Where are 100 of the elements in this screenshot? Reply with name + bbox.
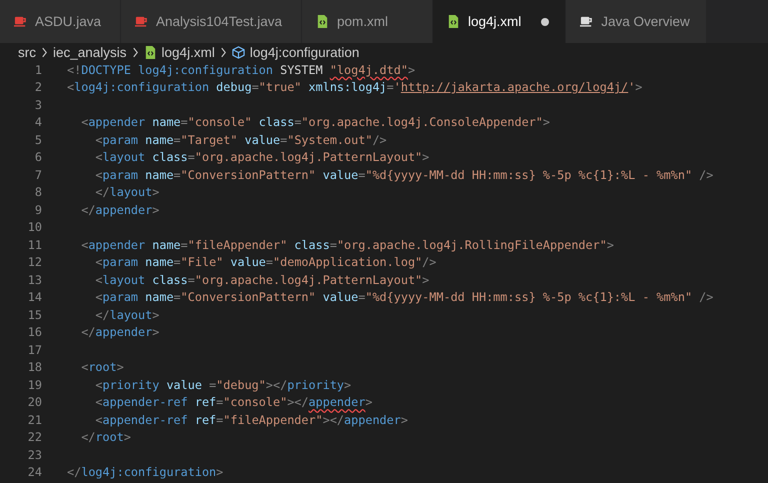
bracket: <: [94, 272, 103, 287]
bracket: =: [180, 238, 188, 252]
attribute-name: ref: [194, 395, 216, 410]
file-code-icon: [447, 15, 460, 28]
tag-name: log4j:configuration: [74, 80, 210, 94]
attribute-name: class: [151, 150, 188, 164]
bracket: >: [365, 395, 372, 410]
line-number: 7: [34, 168, 42, 182]
bracket: =: [188, 272, 195, 287]
chevron-icon: [41, 46, 48, 58]
bracket: <: [94, 255, 103, 270]
attribute-value: "org.apache.log4j.RollingFileAppender": [336, 238, 607, 252]
tag-name: priority: [102, 378, 160, 392]
attribute-value: "%d{yyyy-MM-dd HH:mm:ss} %-5p %c{1}:%L - %m%n": [365, 290, 692, 304]
line-number: 11: [26, 238, 42, 252]
attribute-name: debug: [215, 80, 252, 94]
tag-name: appender-ref: [102, 395, 188, 410]
bracket: =: [174, 132, 181, 147]
attribute-value: ': [628, 80, 636, 94]
bracket: =: [216, 395, 224, 410]
attribute-name: class: [151, 272, 188, 287]
tag-name: appender: [344, 412, 401, 427]
breadcrumb-item[interactable]: src: [18, 44, 36, 60]
bracket: </: [80, 430, 96, 444]
editor-tab[interactable]: log4j.xml: [433, 0, 566, 43]
bracket: ></: [266, 378, 288, 392]
editor-tab[interactable]: ASDU.java: [0, 0, 120, 43]
attribute-name: value: [322, 290, 358, 304]
bracket: =: [386, 80, 394, 94]
bracket: =: [174, 168, 181, 182]
attribute-value: "debug": [216, 378, 266, 392]
bracket: <: [94, 168, 103, 182]
attribute-name: name: [144, 290, 174, 304]
bracket: =: [358, 290, 366, 304]
breadcrumb-item[interactable]: iec_analysis: [53, 44, 127, 60]
bracket: >: [400, 412, 408, 427]
line-number: 9: [34, 202, 42, 217]
bracket: <: [94, 412, 103, 427]
bracket: />: [372, 132, 387, 147]
bracket: =: [216, 412, 224, 427]
bracket: =: [266, 255, 274, 270]
tag-name: appender: [88, 238, 146, 252]
tag-name: layout: [110, 185, 152, 200]
bracket: />: [698, 168, 714, 182]
line-number: 24: [26, 465, 42, 480]
tag-name: param: [102, 290, 138, 304]
tag-name: appender: [95, 325, 152, 340]
tag-name: layout: [102, 150, 146, 164]
attribute-value: "demoApplication.log": [273, 255, 422, 270]
bracket: <: [94, 290, 103, 304]
attribute-name: value: [322, 168, 358, 182]
attribute-value: ': [394, 80, 401, 94]
attribute-value: "org.apache.log4j.PatternLayout": [194, 150, 422, 164]
bracket: >: [152, 325, 160, 340]
bracket: =: [294, 115, 302, 130]
bracket: >: [542, 115, 550, 130]
tag-name: param: [102, 168, 138, 182]
attribute-name: name: [151, 238, 181, 252]
bracket: >: [152, 308, 160, 322]
line-number: 16: [26, 325, 42, 340]
tag-name: layout: [102, 272, 146, 287]
editor-tab[interactable]: Analysis104Test.java: [121, 0, 301, 43]
attribute-name: value: [244, 132, 280, 147]
bracket: />: [698, 290, 714, 304]
tag-name: param: [102, 255, 138, 270]
bracket: >: [635, 80, 642, 94]
cup-icon: [580, 15, 594, 28]
breadcrumb-item[interactable]: log4j.xml: [162, 44, 215, 60]
line-number: 3: [34, 98, 42, 112]
bracket: >: [422, 272, 430, 287]
tag-name: appender: [88, 115, 146, 130]
bracket: </: [94, 308, 110, 322]
editor-tab[interactable]: Java Overview: [566, 0, 706, 43]
editor-tab[interactable]: pom.xml: [302, 0, 432, 43]
tag-name: root: [88, 360, 117, 374]
link[interactable]: http://jakarta.apache.org/log4j/: [400, 80, 628, 94]
tag-name: log4j:configuration: [81, 465, 216, 480]
bracket: >: [124, 430, 131, 444]
line-number: 10: [26, 220, 42, 234]
bracket: <: [80, 115, 88, 130]
attribute-name: xmlns:log4j: [308, 80, 387, 94]
attribute-value: "System.out": [287, 132, 372, 147]
line-number: 14: [26, 290, 42, 304]
tag-name: appender-ref: [102, 412, 188, 427]
attribute-name: value: [229, 255, 266, 270]
bracket: >: [422, 150, 430, 164]
bracket: =: [358, 168, 366, 182]
line-number: 6: [34, 150, 42, 164]
bracket: >: [606, 238, 614, 252]
attribute-value: "Target": [180, 132, 238, 147]
line-number: 8: [34, 185, 42, 200]
bracket: =: [188, 150, 195, 164]
attribute-name: name: [144, 168, 174, 182]
line-number: 2: [34, 80, 42, 94]
attribute-name: name: [144, 255, 174, 270]
bracket: >: [152, 202, 160, 217]
attribute-name: class: [293, 238, 330, 252]
breadcrumb-item[interactable]: log4j:configuration: [250, 44, 360, 60]
line-number: 13: [26, 272, 42, 287]
line-number: 21: [26, 412, 42, 427]
